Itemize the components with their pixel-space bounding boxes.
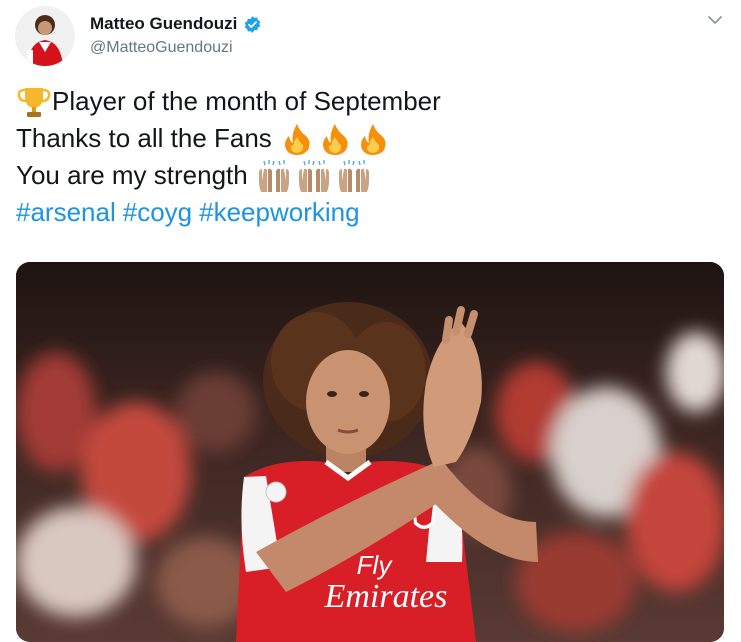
verified-badge-icon (245, 15, 261, 33)
avatar-image (15, 6, 75, 66)
tweet-line-2-text: Thanks to all the Fans (16, 123, 272, 153)
raising-hands-icon (298, 159, 329, 192)
hashtag-keepworking[interactable]: #keepworking (199, 194, 359, 231)
display-name-row[interactable]: Matteo Guendouzi (90, 14, 262, 34)
fire-icon (322, 123, 348, 155)
display-name[interactable]: Matteo Guendouzi (90, 14, 237, 34)
raising-hands-icon (258, 159, 289, 192)
tweet-line-3: You are my strength (16, 157, 441, 194)
fire-icon (360, 123, 386, 155)
hashtag-coyg[interactable]: #coyg (123, 194, 192, 231)
tweet-line-2: Thanks to all the Fans (16, 120, 441, 157)
hashtag-arsenal[interactable]: #arsenal (16, 194, 116, 231)
tweet-line-3-text: You are my strength (16, 160, 248, 190)
fire-icon (284, 123, 310, 155)
player-photo: Fly Emirates (16, 262, 724, 642)
tweet-text: Player of the month of September Thanks … (16, 83, 441, 231)
tweet-line-1-text: Player of the month of September (52, 86, 441, 116)
raising-hands-icon (338, 159, 369, 192)
chevron-down-icon[interactable] (707, 14, 723, 26)
user-handle[interactable]: @MatteoGuendouzi (90, 39, 233, 57)
tweet-media-photo[interactable]: Fly Emirates (16, 262, 724, 642)
tweet-hashtags: #arsenal #coyg #keepworking (16, 194, 441, 231)
sponsor-line-2: Emirates (324, 578, 448, 615)
sponsor-line-1: Fly (357, 550, 394, 580)
trophy-icon (17, 87, 51, 117)
tweet-line-1: Player of the month of September (16, 83, 441, 120)
avatar[interactable] (15, 6, 75, 66)
